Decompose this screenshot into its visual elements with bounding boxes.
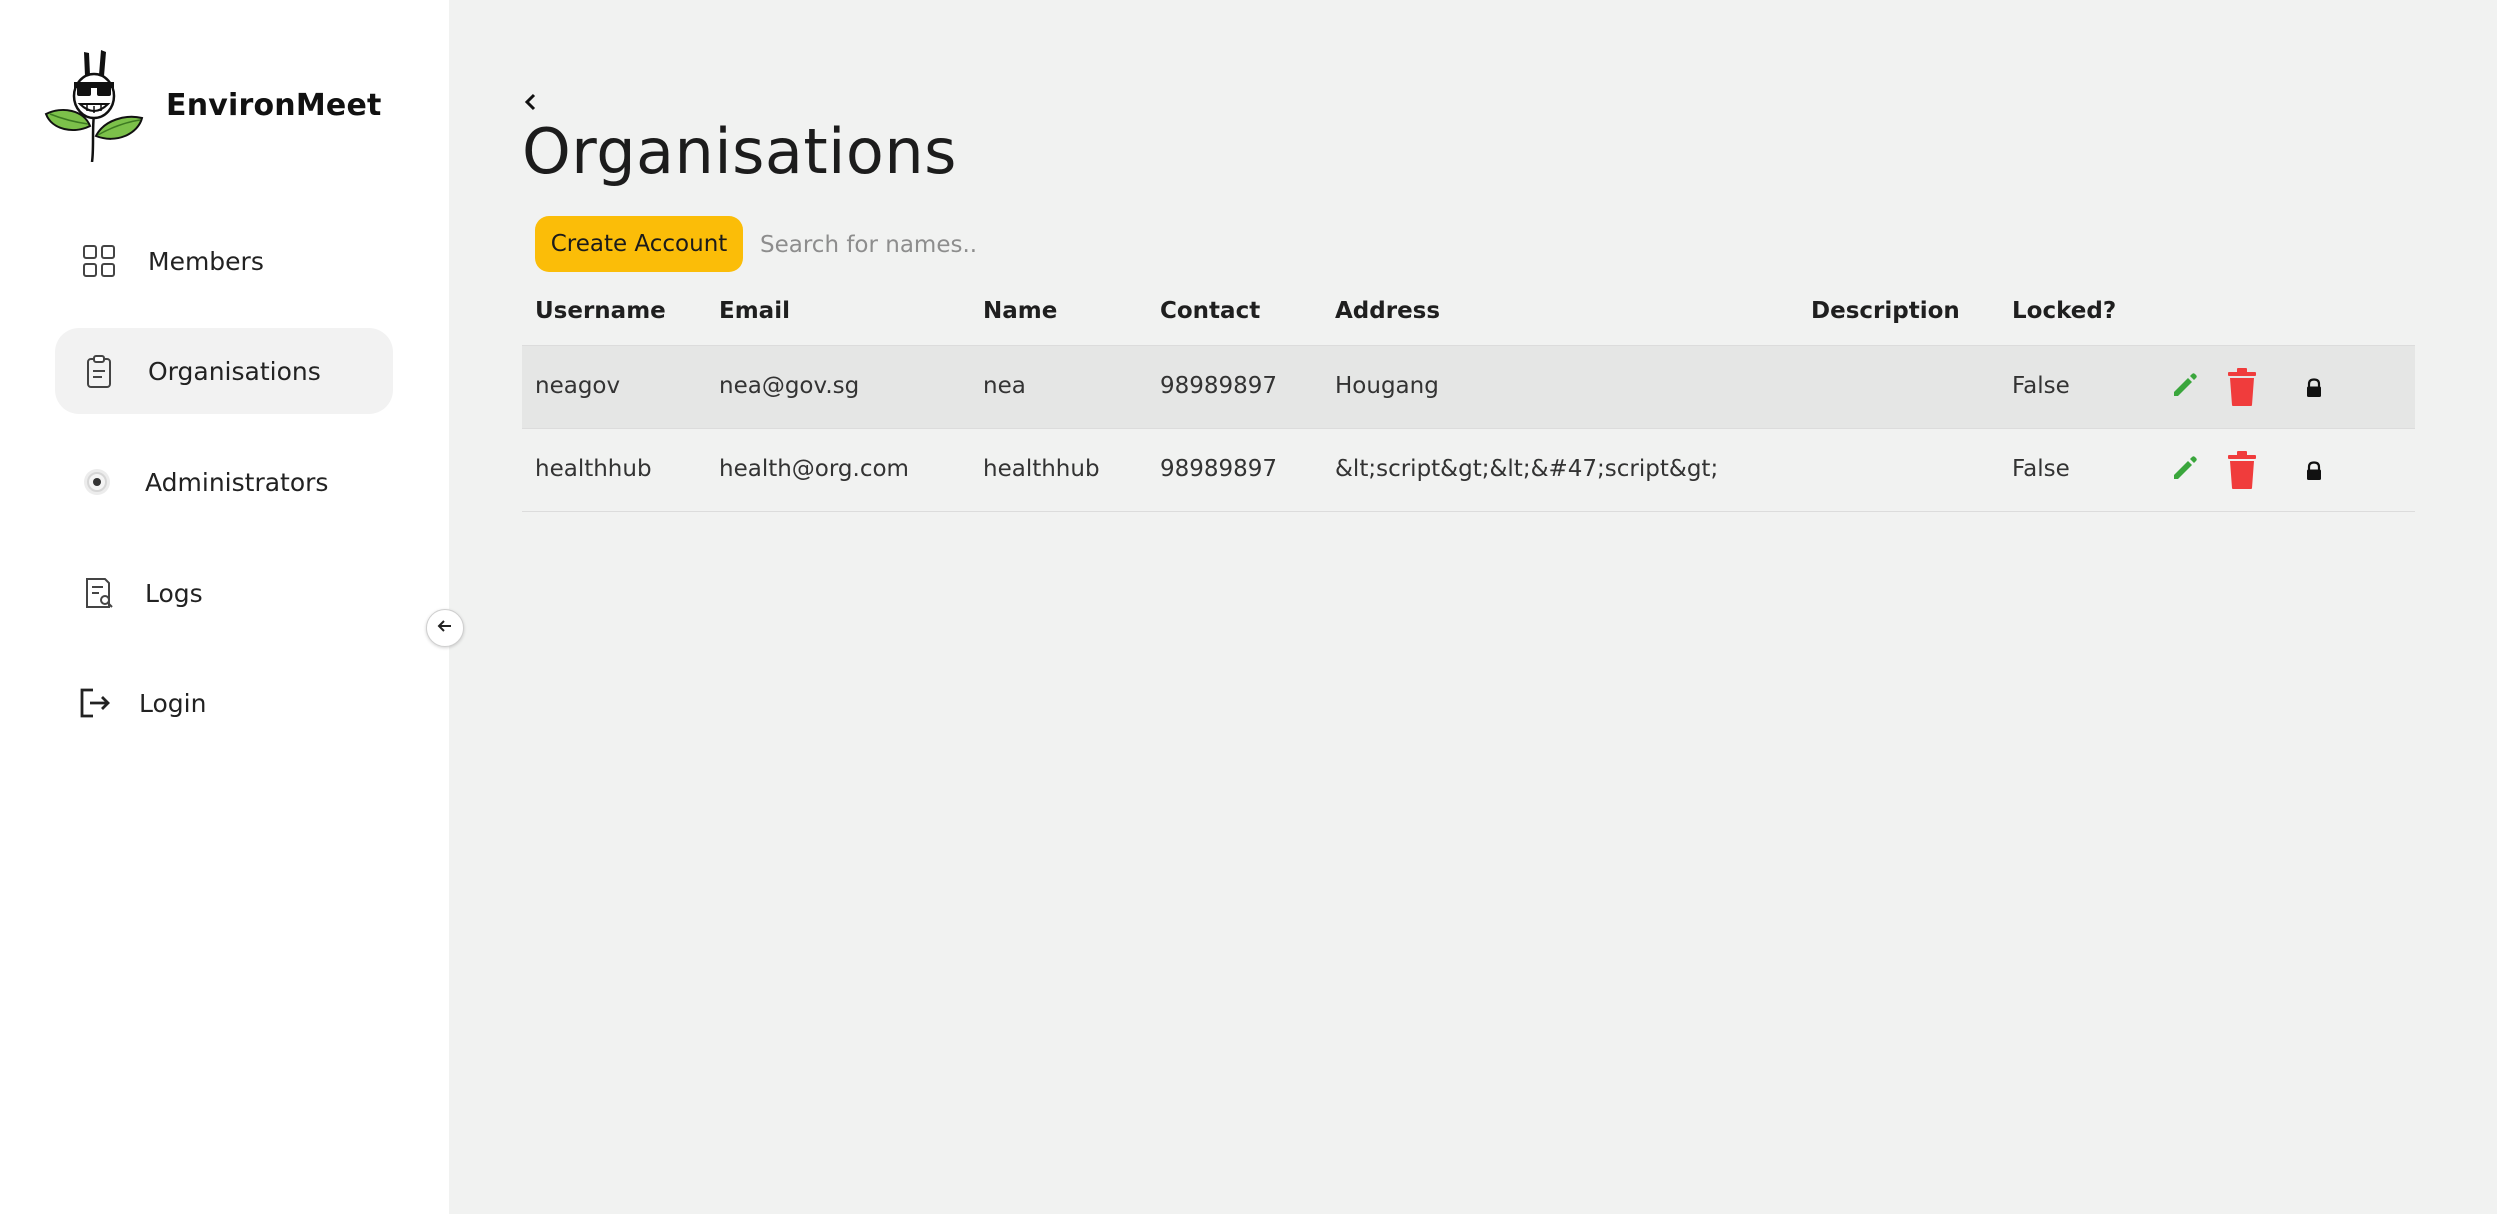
cell-name: nea	[983, 373, 1026, 399]
sidebar-collapse-button[interactable]	[426, 609, 464, 647]
login-icon	[77, 685, 113, 721]
column-header-description: Description	[1811, 298, 1960, 324]
cell-email: nea@gov.sg	[719, 373, 860, 399]
cell-address: Hougang	[1335, 373, 1439, 399]
cell-email: health@org.com	[719, 456, 909, 482]
organisations-table: Username Email Name Contact Address Desc…	[522, 285, 2415, 512]
cell-name: healthhub	[983, 456, 1100, 482]
cell-username: neagov	[535, 373, 621, 399]
table-header: Username Email Name Contact Address Desc…	[522, 285, 2415, 345]
gear-icon	[81, 464, 117, 500]
pencil-icon[interactable]	[2169, 369, 2201, 401]
clipboard-icon	[81, 353, 117, 389]
cell-contact: 98989897	[1160, 373, 1278, 399]
plant-mascot-logo-icon	[44, 44, 146, 166]
column-header-email: Email	[719, 298, 790, 324]
column-header-name: Name	[983, 298, 1058, 324]
pencil-icon[interactable]	[2169, 452, 2201, 484]
sidebar-item-label: Members	[148, 246, 264, 276]
trash-icon[interactable]	[2225, 367, 2259, 407]
cell-address: &lt;script&gt;&lt;&#47;script&gt;	[1335, 456, 1719, 482]
brand-name: EnvironMeet	[166, 87, 382, 123]
lock-icon[interactable]	[2305, 378, 2323, 398]
sidebar-item-login[interactable]: Login	[55, 660, 393, 746]
column-header-address: Address	[1335, 298, 1441, 324]
sidebar-item-label: Logs	[145, 578, 203, 608]
cell-locked: False	[2012, 456, 2070, 482]
sidebar-item-logs[interactable]: Logs	[55, 550, 393, 636]
sidebar-item-organisations[interactable]: Organisations	[55, 328, 393, 414]
sidebar: EnvironMeet Members Organisations Admini…	[0, 0, 449, 1214]
cell-locked: False	[2012, 373, 2070, 399]
column-header-contact: Contact	[1160, 298, 1261, 324]
sidebar-item-administrators[interactable]: Administrators	[55, 439, 393, 525]
brand[interactable]: EnvironMeet	[44, 44, 382, 166]
column-header-locked: Locked?	[2012, 298, 2117, 324]
lock-icon[interactable]	[2305, 461, 2323, 481]
sidebar-item-label: Organisations	[148, 356, 321, 386]
sidebar-item-members[interactable]: Members	[55, 218, 393, 304]
table-row[interactable]: healthhub health@org.com healthhub 98989…	[522, 429, 2415, 512]
search-input[interactable]	[758, 222, 1182, 268]
sidebar-item-label: Administrators	[145, 467, 329, 497]
table-row[interactable]: neagov nea@gov.sg nea 98989897 Hougang F…	[522, 346, 2415, 429]
page-title: Organisations	[522, 115, 957, 188]
create-account-button[interactable]: Create Account	[535, 216, 743, 272]
document-search-icon	[81, 575, 117, 611]
cell-username: healthhub	[535, 456, 652, 482]
trash-icon[interactable]	[2225, 450, 2259, 490]
cell-contact: 98989897	[1160, 456, 1278, 482]
back-button[interactable]	[520, 90, 540, 114]
column-header-username: Username	[535, 298, 666, 324]
grid-icon	[81, 243, 117, 279]
sidebar-item-label: Login	[139, 688, 207, 718]
arrow-left-icon	[435, 616, 455, 640]
